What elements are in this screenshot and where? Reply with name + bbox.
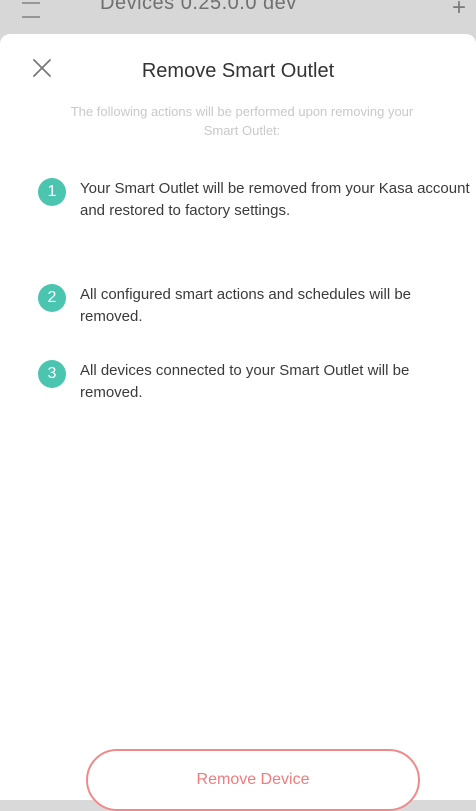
step-number-badge: 1: [38, 178, 66, 206]
background-title: Devices 0.25.0.0 dev: [100, 0, 380, 10]
remove-device-sheet: Remove Smart Outlet The following action…: [0, 34, 476, 811]
list-item-text: All configured smart actions and schedul…: [80, 286, 412, 325]
plus-icon: +: [451, 0, 466, 21]
step-number-badge: 2: [38, 284, 66, 312]
menu-icon: [22, 2, 40, 18]
step-number-badge: 3: [38, 360, 66, 388]
list-item-text: All devices connected to your Smart Outl…: [80, 362, 410, 401]
dialog-subtitle: The following actions will be performed …: [70, 104, 414, 138]
list-item-text: Your Smart Outlet will be removed from y…: [80, 180, 470, 219]
remove-device-button[interactable]: Remove Device: [86, 749, 420, 811]
dialog-title: Remove Smart Outlet: [141, 60, 335, 82]
